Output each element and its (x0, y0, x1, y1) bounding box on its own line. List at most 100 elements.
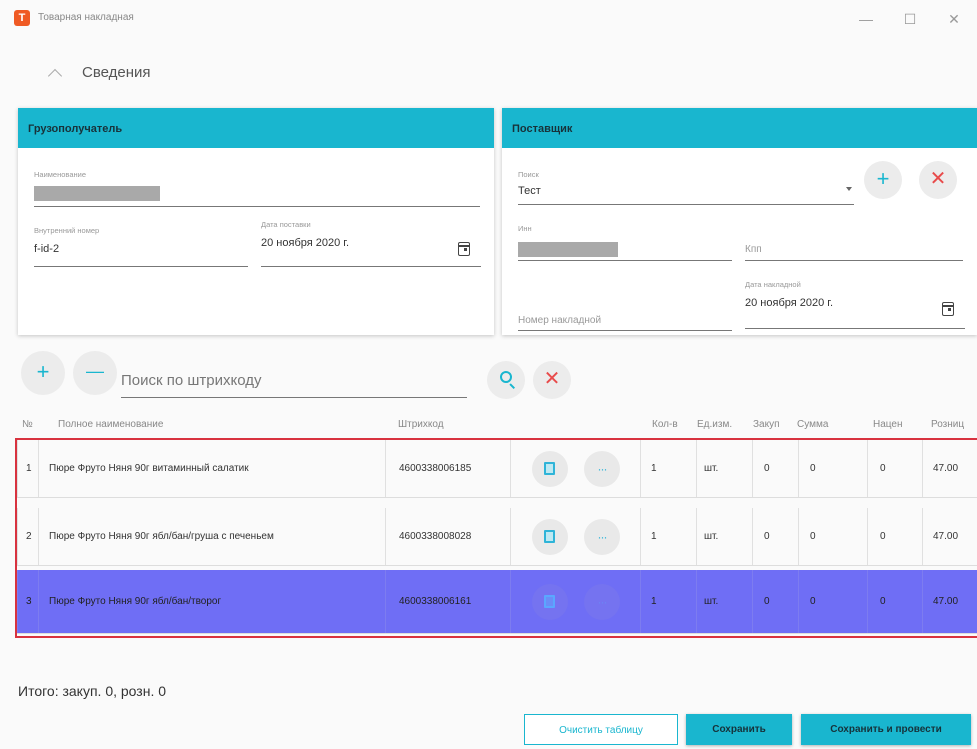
kpp-placeholder: Кпп (745, 244, 762, 255)
col-retail[interactable]: Розниц (931, 419, 964, 430)
calendar-icon[interactable] (942, 302, 954, 316)
inn-underline (518, 260, 732, 261)
window-title: Товарная накладная (38, 12, 134, 23)
row-number: 3 (26, 596, 32, 607)
invoice-window: Т Товарная накладная — ☐ ✕ Сведения Груз… (0, 0, 977, 749)
section-toggle[interactable]: Сведения (47, 64, 151, 83)
more-button[interactable]: ··· (584, 519, 620, 555)
consignee-header: Грузополучатель (18, 108, 494, 148)
search-button[interactable] (487, 361, 525, 399)
row-barcode: 4600338006185 (399, 463, 472, 474)
row-unit: шт. (704, 463, 719, 474)
row-unit: шт. (704, 596, 719, 607)
row-name: Пюре Фруто Няня 90г ябл/бан/груша с пече… (49, 531, 274, 542)
consignee-name-field[interactable]: Наименование (34, 170, 86, 179)
table-row-selected[interactable]: 3 Пюре Фруто Няня 90г ябл/бан/творог 460… (17, 570, 977, 634)
inn-field[interactable]: Инн (518, 224, 532, 233)
row-quantity: 1 (651, 463, 657, 474)
invoice-date-field[interactable]: Дата накладной 20 ноября 2020 г. (745, 280, 965, 309)
delivery-date-underline (261, 266, 481, 267)
row-barcode: 4600338006161 (399, 596, 472, 607)
row-name: Пюре Фруто Няня 90г витаминный салатик (49, 463, 249, 474)
totals-text: Итого: закуп. 0, розн. 0 (18, 683, 167, 699)
save-and-post-button[interactable]: Сохранить и провести (801, 714, 971, 745)
supplier-search-field[interactable]: Поиск Тест (518, 170, 853, 197)
add-row-button[interactable]: + (21, 351, 65, 395)
supplier-search-label: Поиск (518, 170, 539, 179)
more-button[interactable]: ··· (584, 584, 620, 620)
calendar-icon[interactable] (458, 242, 470, 256)
copy-button[interactable] (532, 584, 568, 620)
consignee-card: Грузополучатель Наименование Внутренний … (18, 108, 494, 335)
table-row[interactable]: 2 Пюре Фруто Няня 90г ябл/бан/груша с пе… (17, 508, 977, 566)
invoice-date-label: Дата накладной (745, 280, 801, 289)
barcode-search-underline (121, 397, 467, 398)
more-icon: ··· (597, 530, 608, 544)
row-markup: 0 (880, 596, 886, 607)
row-retail: 47.00 (933, 463, 959, 474)
save-button[interactable]: Сохранить (686, 714, 792, 745)
invoice-number-field[interactable]: Номер накладной (518, 315, 601, 326)
app-icon: Т (14, 10, 30, 26)
internal-number-field[interactable]: Внутренний номер f-id-2 (34, 226, 248, 255)
copy-icon (544, 462, 555, 475)
more-icon: ··· (597, 462, 608, 476)
col-purchase[interactable]: Закуп (753, 419, 780, 430)
more-icon: ··· (597, 595, 608, 609)
remove-row-button[interactable]: — (73, 351, 117, 395)
delivery-date-value: 20 ноября 2020 г. (261, 237, 349, 249)
clear-supplier-button[interactable]: ✕ (919, 161, 957, 199)
title-bar: Т Товарная накладная — ☐ ✕ (0, 0, 977, 38)
row-name: Пюре Фруто Няня 90г ябл/бан/творог (49, 596, 222, 607)
row-retail: 47.00 (933, 596, 959, 607)
supplier-card: Поставщик Поиск Тест + ✕ Инн Кпп Номер н… (502, 108, 977, 335)
row-retail: 47.00 (933, 531, 959, 542)
consignee-name-underline (34, 206, 480, 207)
row-purchase: 0 (764, 596, 770, 607)
col-unit[interactable]: Ед.изм. (697, 419, 732, 430)
row-number: 2 (26, 531, 32, 542)
minimize-button[interactable]: — (846, 6, 886, 32)
col-sum[interactable]: Сумма (797, 419, 828, 430)
supplier-search-underline (518, 204, 854, 205)
supplier-header: Поставщик (502, 108, 977, 148)
delivery-date-label: Дата поставки (261, 220, 311, 229)
invoice-number-underline (518, 330, 732, 331)
copy-button[interactable] (532, 451, 568, 487)
maximize-button[interactable]: ☐ (890, 6, 930, 32)
copy-icon (544, 530, 555, 543)
table-row[interactable]: 1 Пюре Фруто Няня 90г витаминный салатик… (17, 440, 977, 498)
close-window-button[interactable]: ✕ (934, 6, 974, 32)
more-button[interactable]: ··· (584, 451, 620, 487)
row-sum: 0 (810, 596, 816, 607)
row-markup: 0 (880, 531, 886, 542)
row-barcode: 4600338008028 (399, 531, 472, 542)
consignee-name-redacted (34, 186, 160, 201)
search-icon (500, 371, 512, 383)
row-purchase: 0 (764, 463, 770, 474)
row-sum: 0 (810, 463, 816, 474)
add-supplier-button[interactable]: + (864, 161, 902, 199)
copy-icon (544, 595, 555, 608)
col-full-name[interactable]: Полное наименование (58, 419, 163, 430)
clear-table-button[interactable]: Очистить таблицу (524, 714, 678, 745)
kpp-underline (745, 260, 963, 261)
search-icon-handle (509, 383, 516, 390)
internal-number-value: f-id-2 (34, 243, 60, 255)
table-header: № Полное наименование Штрихкод Кол-в Ед.… (0, 412, 977, 438)
copy-button[interactable] (532, 519, 568, 555)
barcode-search-placeholder: Поиск по штрихкоду (121, 372, 262, 389)
kpp-field[interactable]: Кпп (745, 244, 762, 255)
chevron-down-icon[interactable] (846, 187, 852, 191)
invoice-date-underline (745, 328, 965, 329)
col-quantity[interactable]: Кол-в (652, 419, 678, 430)
row-quantity: 1 (651, 531, 657, 542)
barcode-search-input[interactable]: Поиск по штрихкоду (121, 366, 467, 398)
supplier-search-value: Тест (518, 185, 541, 197)
col-number[interactable]: № (22, 419, 33, 430)
col-markup[interactable]: Нацен (873, 419, 902, 430)
clear-search-button[interactable]: ✕ (533, 361, 571, 399)
delivery-date-field[interactable]: Дата поставки 20 ноября 2020 г. (261, 220, 481, 249)
col-barcode[interactable]: Штрихкод (398, 419, 444, 430)
row-quantity: 1 (651, 596, 657, 607)
